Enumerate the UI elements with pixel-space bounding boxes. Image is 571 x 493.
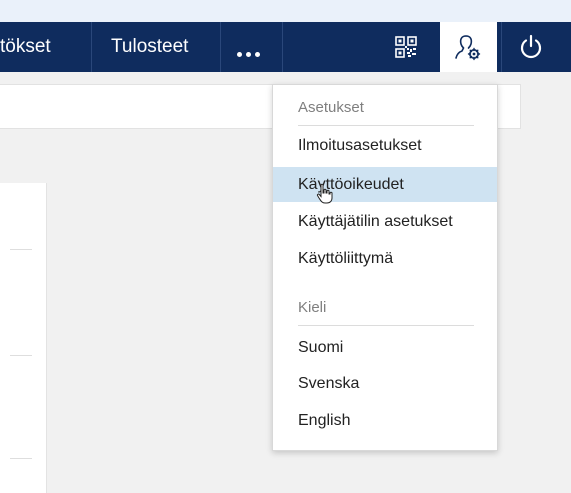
user-settings-button[interactable]: [440, 22, 497, 72]
nav-item-tulosteet[interactable]: Tulosteet: [111, 22, 188, 72]
top-navbar: tökset Tulosteet: [0, 22, 571, 72]
qr-code-icon: [395, 36, 417, 58]
menu-item-kayttajatilin-asetukset[interactable]: Käyttäjätilin asetukset: [273, 204, 497, 239]
left-panel: [0, 183, 47, 493]
language-header: Kieli: [298, 299, 327, 316]
panel-divider: [10, 249, 32, 250]
menu-item-kayttooikeudet[interactable]: Käyttöoikeudet: [273, 167, 497, 202]
hand-cursor-icon: [316, 183, 333, 204]
power-icon: [520, 34, 542, 59]
panel-divider: [10, 458, 32, 459]
qr-code-button[interactable]: [381, 22, 431, 72]
menu-item-ilmoitusasetukset[interactable]: Ilmoitusasetukset: [273, 128, 497, 163]
menu-item-svenska[interactable]: Svenska: [273, 366, 497, 401]
more-dots-icon[interactable]: [237, 44, 264, 57]
nav-separator: [220, 22, 221, 72]
dropdown-divider: [298, 125, 474, 126]
settings-header: Asetukset: [298, 99, 364, 116]
settings-dropdown-menu: Asetukset Ilmoitusasetukset Käyttöoikeud…: [272, 84, 498, 451]
logout-button[interactable]: [505, 22, 560, 72]
menu-item-suomi[interactable]: Suomi: [273, 330, 497, 365]
dropdown-divider: [298, 325, 474, 326]
nav-item-partial[interactable]: tökset: [0, 22, 51, 72]
menu-item-english[interactable]: English: [273, 403, 497, 438]
top-strip: [0, 0, 571, 22]
user-gear-icon: [455, 35, 481, 61]
menu-item-kayttoliittyma[interactable]: Käyttöliittymä: [273, 241, 497, 276]
nav-separator: [282, 22, 283, 72]
panel-divider: [10, 355, 32, 356]
nav-separator: [91, 22, 92, 72]
nav-separator: [501, 22, 502, 72]
